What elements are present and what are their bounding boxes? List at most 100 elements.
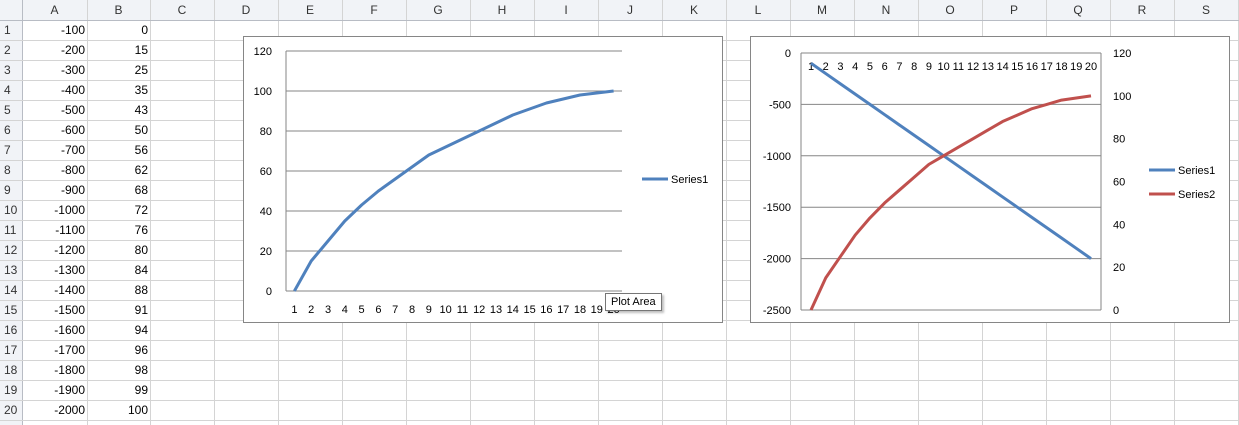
column-header-c[interactable]: C [178,3,187,17]
cell-a7[interactable]: -700 [61,143,85,157]
column-header-p[interactable]: P [1010,3,1018,17]
cell-b18[interactable]: 98 [135,363,149,377]
cell-b4[interactable]: 35 [135,83,149,97]
column-header-n[interactable]: N [882,3,891,17]
row-header-7[interactable]: 7 [4,143,11,157]
cell-b2[interactable]: 15 [135,43,149,57]
column-header-d[interactable]: D [242,3,251,17]
chart-2-ytick-label: -2000 [763,254,791,266]
column-header-m[interactable]: M [817,3,827,17]
column-header-r[interactable]: R [1138,3,1147,17]
chart-1-xtick-label: 2 [308,304,314,316]
row-header-20[interactable]: 20 [4,403,18,417]
row-header-12[interactable]: 12 [4,243,18,257]
row-header-2[interactable]: 2 [4,43,11,57]
cell-a9[interactable]: -900 [61,183,85,197]
column-header-h[interactable]: H [498,3,507,17]
chart-2-ytick-label: -1500 [763,202,791,214]
cell-a2[interactable]: -200 [61,43,85,57]
column-header-k[interactable]: K [690,3,698,17]
cell-a5[interactable]: -500 [61,103,85,117]
chart-2-ytick-label: 0 [785,48,791,60]
row-header-16[interactable]: 16 [4,323,18,337]
chart-1-ytick-label: 100 [254,86,272,98]
cell-a16[interactable]: -1600 [54,323,85,337]
cell-b13[interactable]: 84 [135,263,149,277]
column-header-s[interactable]: S [1202,3,1210,17]
cell-a11[interactable]: -1100 [55,223,85,237]
row-header-6[interactable]: 6 [4,123,11,137]
row-header-5[interactable]: 5 [4,103,11,117]
chart-1-xtick-label: 16 [540,304,552,316]
row-header-1[interactable]: 1 [4,23,11,37]
cell-b5[interactable]: 43 [135,103,149,117]
cell-b12[interactable]: 80 [135,243,149,257]
cell-b7[interactable]: 56 [135,143,149,157]
column-header-a[interactable]: A [50,3,58,17]
row-header-9[interactable]: 9 [4,183,11,197]
column-header-q[interactable]: Q [1073,3,1082,17]
cell-b15[interactable]: 91 [135,303,149,317]
chart-1-xtick-label: 4 [342,304,348,316]
row-header-17[interactable]: 17 [4,343,18,357]
column-header-i[interactable]: I [564,3,567,17]
row-header-8[interactable]: 8 [4,163,11,177]
column-header-f[interactable]: F [370,3,377,17]
cell-a15[interactable]: -1500 [54,303,85,317]
cell-b3[interactable]: 25 [135,63,149,77]
row-header-4[interactable]: 4 [4,83,11,97]
cell-a1[interactable]: -100 [61,23,85,37]
column-header-b[interactable]: B [114,3,122,17]
cell-b17[interactable]: 96 [135,343,149,357]
row-header-10[interactable]: 10 [4,203,18,217]
chart-1-svg: 0204060801001201 2 3 4 5 6 7 8 9 10 11 12 13 14 15 16 17… [254,46,709,316]
chart-2-xtick-label: 8 [911,61,917,73]
cell-a12[interactable]: -1200 [54,243,85,257]
chart-2-legend-label-series2: Series2 [1178,189,1215,201]
row-header-14[interactable]: 14 [4,283,18,297]
column-header-j[interactable]: J [627,3,633,17]
cell-a8[interactable]: -800 [61,163,85,177]
cell-a10[interactable]: -1000 [54,203,85,217]
cell-a17[interactable]: -1700 [54,343,85,357]
chart-2-xtick-label: 5 [867,61,873,73]
row-header-18[interactable]: 18 [4,363,18,377]
cell-b6[interactable]: 50 [135,123,149,137]
cell-a20[interactable]: -2000 [54,403,85,417]
chart-2-xtick-label: 9 [926,61,932,73]
cell-a14[interactable]: -1400 [54,283,85,297]
column-header-o[interactable]: O [945,3,954,17]
row-header-11[interactable]: 11 [4,223,17,237]
cell-a3[interactable]: -300 [61,63,85,77]
chart-2-y2tick-label: 80 [1113,134,1125,146]
cell-a4[interactable]: -400 [61,83,85,97]
chart-1[interactable]: 0 20 40 60 80 100 120 1 2 3 4 5 6 7 8 9 10 11 12 13 14 15 16 17… [243,36,723,323]
cell-a19[interactable]: -1900 [54,383,85,397]
row-header-19[interactable]: 19 [4,383,18,397]
row-header-3[interactable]: 3 [4,63,11,77]
cell-b1[interactable]: 0 [141,23,148,37]
chart-2[interactable]: 0 -500 -1000 -1500 -2000 -2500 0 20 40 60 80 100 120… [750,36,1230,323]
cell-b11[interactable]: 76 [135,223,149,237]
column-header-l[interactable]: L [755,3,762,17]
column-header-g[interactable]: G [433,3,442,17]
cell-b20[interactable]: 100 [128,403,148,417]
cell-b16[interactable]: 94 [135,323,149,337]
cell-a13[interactable]: -1300 [54,263,85,277]
cell-a6[interactable]: -600 [61,123,85,137]
chart-2-series-line-series2 [809,94,1092,311]
chart-2-y2tick-label: 40 [1113,219,1125,231]
chart-1-ytick-label: 20 [260,246,272,258]
cell-b10[interactable]: 72 [135,203,149,217]
chart-2-ytick-label: -2500 [763,305,791,317]
cell-b19[interactable]: 99 [135,383,149,397]
cell-b9[interactable]: 68 [135,183,149,197]
chart-1-ytick-label: 80 [260,126,272,138]
row-header-13[interactable]: 13 [4,263,18,277]
column-header-e[interactable]: E [306,3,314,17]
chart-2-y2tick-label: 20 [1113,262,1125,274]
row-header-15[interactable]: 15 [4,303,18,317]
cell-a18[interactable]: -1800 [54,363,85,377]
cell-b8[interactable]: 62 [135,163,149,177]
cell-b14[interactable]: 88 [135,283,149,297]
